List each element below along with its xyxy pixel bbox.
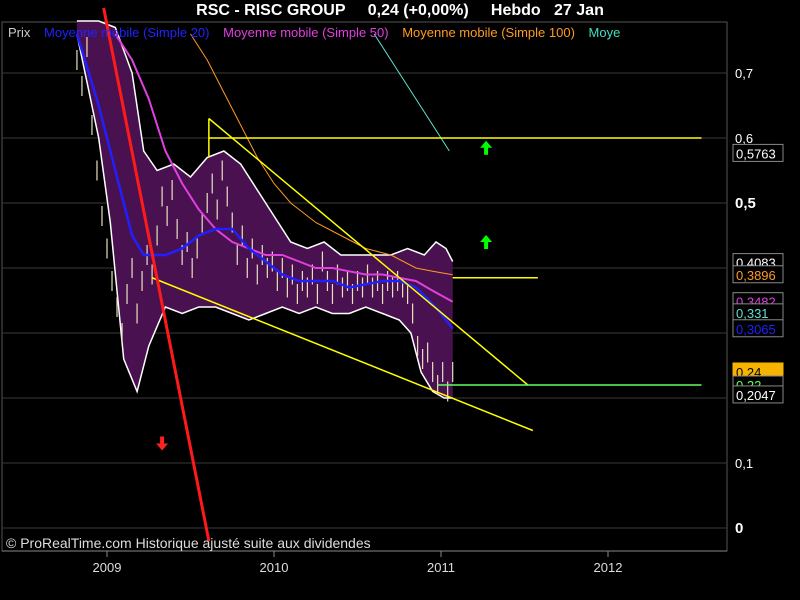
- period-label: Hebdo: [490, 2, 541, 19]
- x-tick-label: 2009: [93, 560, 122, 575]
- price-tag-label: 0,3065: [736, 322, 776, 337]
- price-chart[interactable]: 0,70,60,50,100,57630,40830,38960,34820,3…: [0, 0, 800, 600]
- chart-window: 0,7 0,6 0,5 0,1 0 0,5763 0,4083 0,3896 0,3482 0,3…: [0, 0, 800, 600]
- copyright-footer: © ProRealTime.com Historique ajusté suit…: [6, 535, 371, 551]
- y-tick-label: 0,6: [735, 131, 753, 146]
- y-tick-label: 0,5: [735, 195, 756, 212]
- legend-item-ma50: Moyenne mobile (Simple 50): [223, 25, 389, 40]
- price-tag-label: 0,5763: [736, 146, 776, 161]
- y-tick-label: 0,7: [735, 66, 753, 81]
- ticker-name: RSC - RISC GROUP: [196, 2, 346, 19]
- x-tick-label: 2010: [260, 560, 289, 575]
- legend-item-ma100: Moyenne mobile (Simple 100): [402, 25, 575, 40]
- legend-item-ma20: Moyenne mobile (Simple 20): [44, 25, 210, 40]
- chart-title: RSC - RISC GROUP 0,24 (+0,00%) Hebdo 27 …: [0, 2, 800, 20]
- legend-item-ma200: Moye: [588, 25, 621, 40]
- date-label: 27 Jan: [554, 2, 604, 19]
- x-tick-label: 2011: [427, 560, 455, 575]
- y-tick-label: 0,1: [735, 456, 753, 471]
- price-tag-label: 0,331: [736, 306, 769, 321]
- y-tick-label: 0: [735, 520, 743, 537]
- quote-value: 0,24 (+0,00%): [367, 2, 469, 19]
- price-tag-label: 0,2047: [736, 388, 776, 403]
- legend-item-price: Prix: [8, 25, 31, 40]
- legend: Prix Moyenne mobile (Simple 20) Moyenne …: [8, 25, 630, 40]
- price-tag-label: 0,3896: [736, 268, 776, 283]
- x-tick-label: 2012: [594, 560, 623, 575]
